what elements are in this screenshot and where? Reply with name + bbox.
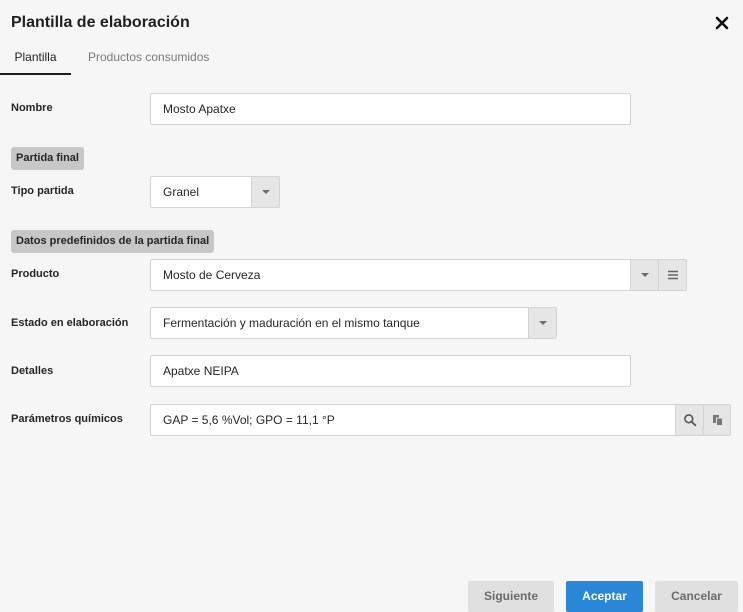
tipo-partida-label: Tipo partida [11,185,74,197]
nombre-value: Mosto Apatxe [163,102,236,116]
tab-bar: Plantilla Productos consumidos [0,44,743,75]
nombre-label: Nombre [11,102,53,114]
dialog-header: Plantilla de elaboración [0,0,743,44]
producto-list-button[interactable] [658,260,686,290]
dialog-title: Plantilla de elaboración [11,14,190,31]
section-partida-final: Partida final [11,147,84,170]
producto-select[interactable]: Mosto de Cerveza [150,259,687,291]
next-button[interactable]: Siguiente [468,581,554,612]
tab-productos-consumidos[interactable]: Productos consumidos [88,50,209,64]
parametros-label: Parámetros químicos [11,413,123,425]
chevron-down-icon [641,273,649,277]
producto-label: Producto [11,268,60,280]
estado-value: Fermentación y maduración en el mismo ta… [163,316,420,330]
accept-button[interactable]: Aceptar [566,581,643,612]
detalles-field[interactable]: Apatxe NEIPA [150,355,631,387]
producto-dropdown-button[interactable] [630,260,658,290]
chevron-down-icon [539,321,547,325]
estado-select[interactable]: Fermentación y maduración en el mismo ta… [150,307,557,339]
parametros-field[interactable]: GAP = 5,6 %Vol; GPO = 11,1 °P [150,404,731,436]
estado-label: Estado en elaboración [11,317,129,329]
cancel-button[interactable]: Cancelar [655,581,738,612]
search-icon [684,414,697,427]
copy-icon [713,415,723,426]
tipo-partida-value: Granel [163,185,200,199]
nombre-field[interactable]: Mosto Apatxe [150,93,631,125]
tipo-partida-dropdown-button[interactable] [251,177,279,207]
tipo-partida-select[interactable]: Granel [150,176,280,208]
section-datos-predefinidos: Datos predefinidos de la partida final [11,230,215,253]
detalles-value: Apatxe NEIPA [163,364,239,378]
parametros-copy-button[interactable] [703,405,730,435]
list-icon [668,270,678,280]
close-icon [715,16,729,30]
chevron-down-icon [262,190,270,194]
producto-value: Mosto de Cerveza [163,268,261,282]
detalles-label: Detalles [11,365,54,377]
parametros-search-button[interactable] [675,405,703,435]
tab-plantilla[interactable]: Plantilla [0,50,71,75]
parametros-value: GAP = 5,6 %Vol; GPO = 11,1 °P [163,413,335,427]
estado-dropdown-button[interactable] [528,308,556,338]
close-button[interactable] [711,12,733,34]
